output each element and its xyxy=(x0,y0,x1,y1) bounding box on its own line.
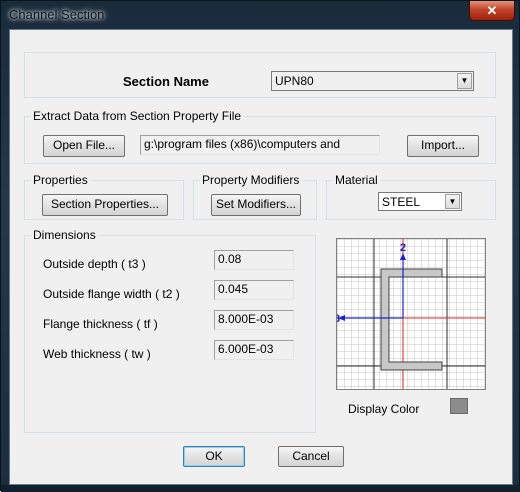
display-color-swatch[interactable] xyxy=(450,398,468,414)
file-path-field[interactable]: g:\program files (x86)\computers and xyxy=(140,135,380,155)
dialog-body: Section Name UPN80 ▼ Extract Data from S… xyxy=(9,29,513,485)
flange-thickness-field[interactable]: 8.000E-03 xyxy=(214,310,294,330)
web-thickness-field[interactable]: 6.000E-03 xyxy=(214,340,294,360)
extract-data-group: Extract Data from Section Property File … xyxy=(24,109,496,164)
section-properties-button[interactable]: Section Properties... xyxy=(42,194,168,216)
material-group: Material STEEL ▼ xyxy=(326,173,496,220)
flange-thickness-label: Flange thickness ( tf ) xyxy=(43,317,158,331)
outside-depth-field[interactable]: 0.08 xyxy=(214,250,294,270)
outside-flange-width-field[interactable]: 0.045 xyxy=(214,280,294,300)
cancel-button[interactable]: Cancel xyxy=(278,446,344,467)
chevron-down-icon[interactable]: ▼ xyxy=(445,194,460,209)
material-value: STEEL xyxy=(382,195,421,209)
section-preview-drawing: 2 3 xyxy=(334,239,485,389)
section-name-label: Section Name xyxy=(123,74,209,89)
section-name-group: Section Name UPN80 ▼ xyxy=(24,52,496,98)
axis-2-label: 2 xyxy=(400,242,406,254)
close-button[interactable]: ✕ xyxy=(469,1,515,21)
section-name-value: UPN80 xyxy=(275,74,314,88)
properties-title: Properties xyxy=(31,173,90,187)
dimensions-title: Dimensions xyxy=(31,228,98,242)
material-title: Material xyxy=(333,173,380,187)
title-bar[interactable]: Channel Section ✕ xyxy=(1,1,520,29)
extract-data-title: Extract Data from Section Property File xyxy=(31,109,244,123)
window-title: Channel Section xyxy=(9,7,105,22)
dialog-window: Channel Section ✕ Section Name UPN80 ▼ E… xyxy=(0,0,520,492)
section-preview: 2 3 xyxy=(334,238,486,390)
close-icon: ✕ xyxy=(486,3,498,18)
import-button[interactable]: Import... xyxy=(407,135,479,157)
section-name-input[interactable]: UPN80 ▼ xyxy=(271,71,474,91)
material-select[interactable]: STEEL ▼ xyxy=(378,192,462,211)
outside-depth-label: Outside depth ( t3 ) xyxy=(43,257,146,271)
set-modifiers-button[interactable]: Set Modifiers... xyxy=(211,194,301,216)
display-color-label: Display Color xyxy=(348,402,420,416)
axis-3-label: 3 xyxy=(337,313,340,325)
outside-flange-width-label: Outside flange width ( t2 ) xyxy=(43,287,180,301)
dimensions-group: Dimensions Outside depth ( t3 ) 0.08 Out… xyxy=(24,228,316,433)
open-file-button[interactable]: Open File... xyxy=(43,135,125,157)
properties-group: Properties Section Properties... xyxy=(24,173,184,220)
web-thickness-label: Web thickness ( tw ) xyxy=(43,347,151,361)
property-modifiers-title: Property Modifiers xyxy=(200,173,302,187)
property-modifiers-group: Property Modifiers Set Modifiers... xyxy=(193,173,317,220)
chevron-down-icon[interactable]: ▼ xyxy=(457,73,472,89)
ok-button[interactable]: OK xyxy=(183,446,245,467)
